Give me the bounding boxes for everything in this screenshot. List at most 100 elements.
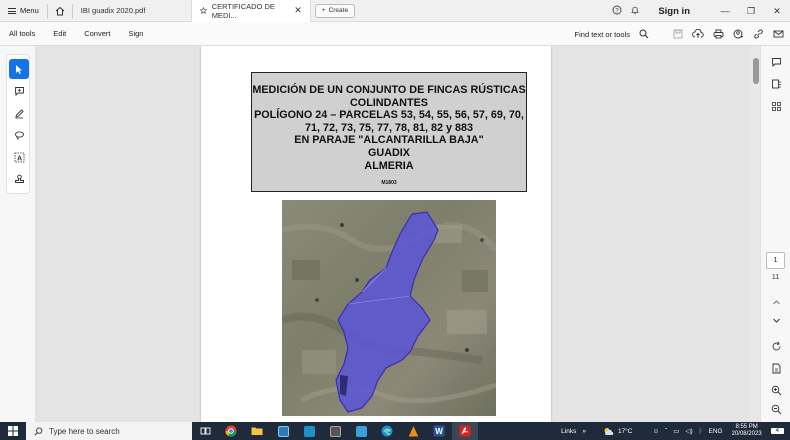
home-button[interactable] [48,0,72,22]
home-icon [55,6,65,15]
tab-label: IBI guadix 2020.pdf [80,6,146,15]
stamp-tool-button[interactable] [9,169,29,189]
thumbnails-grid-icon[interactable] [768,98,784,114]
current-page-field[interactable]: 1 [766,252,785,269]
windows-logo-icon [8,426,18,436]
bookmarks-panel-icon[interactable] [768,76,784,92]
cursor-arrow-icon [16,64,22,74]
previous-page-icon[interactable] [768,294,784,310]
restore-button[interactable]: ❐ [738,6,764,17]
notification-center-icon[interactable]: 4 [770,428,784,434]
notification-bell-icon[interactable] [626,5,644,17]
taskbar-chrome[interactable] [218,422,244,440]
tab-bar: Menu IBI guadix 2020.pdf CERTIFICADO DE … [0,0,790,22]
taskbar-acrobat[interactable] [452,422,478,440]
title-line: GUADIX [368,146,410,159]
vertical-scrollbar[interactable] [750,46,760,422]
save-icon[interactable] [673,29,683,39]
tool-group: A [6,54,30,194]
taskbar-file-explorer[interactable] [244,422,270,440]
title-line: POLÍGONO 24 – PARCELAS 53, 54, 55, 56, 5… [254,109,524,122]
taskbar-word[interactable]: W [426,422,452,440]
app-icon [303,425,315,437]
windows-taskbar: Type here to search W Links » 17°C ☺ ˆ ▭… [0,422,790,440]
plus-icon: + [321,7,326,14]
text-box-icon: A [14,152,24,162]
help-icon[interactable]: ? [608,5,626,17]
zoom-out-icon[interactable] [768,401,784,417]
pdf-page: MEDICIÓN DE UN CONJUNTO DE FINCAS RÚSTIC… [201,46,551,422]
weather-temperature[interactable]: 17°C [618,428,633,435]
freeform-tool-button[interactable] [9,125,29,145]
tab-ibi-guadix[interactable]: IBI guadix 2020.pdf [73,0,191,22]
app-icon [355,425,367,437]
taskbar-clock[interactable]: 8:55 PM 20/08/2023 [732,424,762,439]
search-icon [34,426,43,435]
task-view-button[interactable] [192,422,218,440]
scroll-thumb[interactable] [753,58,759,84]
upload-cloud-icon[interactable] [692,29,704,39]
share-user-icon[interactable] [733,29,744,39]
close-window-button[interactable]: ✕ [764,6,790,17]
taskbar-vlc[interactable] [400,422,426,440]
menu-button[interactable]: Menu [0,0,47,22]
toolbar-actions: Find text or tools [575,22,784,46]
page-extract-icon[interactable] [768,360,784,376]
weather-cloud-icon[interactable] [603,427,615,436]
pen-icon [14,108,24,118]
comments-panel-icon[interactable] [768,54,784,70]
title-line: ALMERIA [364,159,414,172]
lasso-icon [14,130,24,139]
tab-certificado[interactable]: CERTIFICADO DE MEDI... ✕ [190,0,311,22]
print-icon[interactable] [713,29,724,39]
taskbar-calculator[interactable] [322,422,348,440]
search-icon[interactable] [639,29,649,39]
taskbar-app-3[interactable] [270,422,296,440]
aerial-parcel-map [282,200,496,416]
link-icon[interactable] [753,29,764,39]
taskbar-app-6[interactable] [348,422,374,440]
taskbar-edge[interactable] [374,422,400,440]
svg-text:W: W [435,427,443,436]
network-icon[interactable]: ▭ [673,427,679,435]
people-icon[interactable]: ☺ [652,428,659,435]
taskbar-search-input[interactable]: Type here to search [26,422,192,440]
convert-menu[interactable]: Convert [75,29,119,38]
app-icon [277,425,289,437]
draw-tool-button[interactable] [9,103,29,123]
sign-menu[interactable]: Sign [119,29,152,38]
top-right-controls: ? Sign in — ❐ ✕ [608,0,790,22]
minimize-button[interactable]: — [712,6,738,16]
volume-icon[interactable]: ◁) [685,427,692,435]
title-line: EN PARAJE "ALCANTARILLA BAJA" [294,134,484,147]
next-page-icon[interactable] [768,312,784,328]
find-text-button[interactable]: Find text or tools [575,30,630,39]
left-tools-rail: A [0,46,36,422]
start-button[interactable] [0,422,26,440]
text-tool-button[interactable]: A [9,147,29,167]
create-button[interactable]: + Create [314,3,356,18]
tab-label: CERTIFICADO DE MEDI... [211,1,275,20]
comment-add-icon [14,86,24,96]
star-icon[interactable] [199,6,207,15]
language-indicator[interactable]: ENG [709,428,723,435]
chevron-up-icon[interactable]: ˆ [665,428,667,435]
sign-in-button[interactable]: Sign in [658,6,690,17]
close-tab-icon[interactable]: ✕ [294,5,302,16]
taskbar-app-4[interactable] [296,422,322,440]
toolbar: All tools Edit Convert Sign Find text or… [0,22,790,46]
all-tools-menu[interactable]: All tools [0,29,44,38]
zoom-in-icon[interactable] [768,382,784,398]
document-viewer[interactable]: MEDICIÓN DE UN CONJUNTO DE FINCAS RÚSTIC… [36,46,750,422]
task-view-icon [200,427,210,435]
edit-menu[interactable]: Edit [44,29,75,38]
document-code: M1803 [381,180,397,187]
rotate-icon[interactable] [768,338,784,354]
links-toolbar[interactable]: Links [561,428,576,435]
chevron-icon[interactable]: » [582,428,586,435]
bluetooth-icon[interactable]: ᛒ [699,428,703,435]
select-tool-button[interactable] [9,59,29,79]
clock-time: 8:55 PM [735,423,758,430]
email-icon[interactable] [773,29,784,39]
comment-tool-button[interactable] [9,81,29,101]
